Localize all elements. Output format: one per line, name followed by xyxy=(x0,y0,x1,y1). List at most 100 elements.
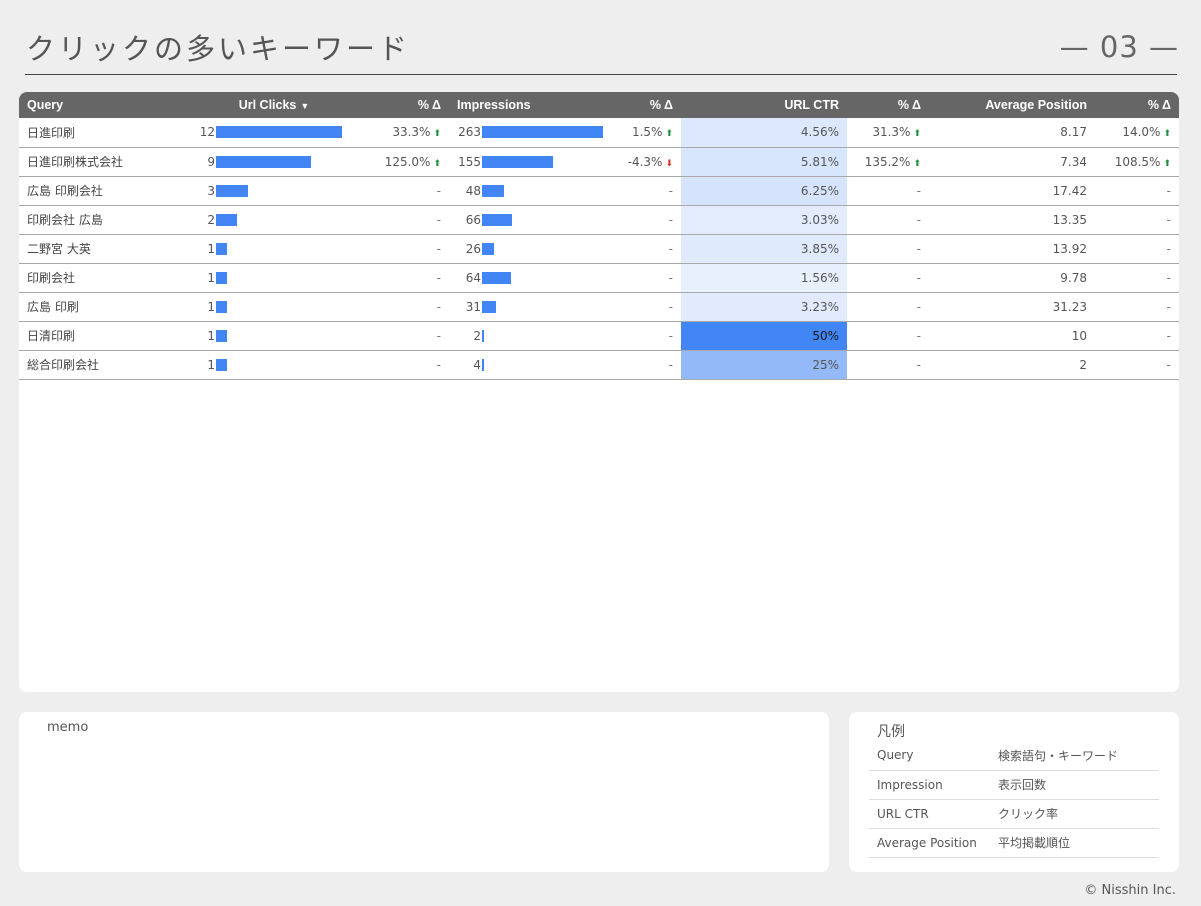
clicks-cell-bar xyxy=(216,242,227,255)
ctr-cell: 5.81% xyxy=(681,147,847,176)
legend-term: URL CTR xyxy=(877,806,929,821)
clicks-cell: 1 xyxy=(189,263,359,292)
ctr-delta-cell: - xyxy=(847,205,929,234)
table-row[interactable]: 広島 印刷会社 3-48-6.25% -17.42- xyxy=(19,176,1179,205)
header-position-delta[interactable]: % Δ xyxy=(1095,92,1179,118)
query-cell: 総合印刷会社 xyxy=(27,358,100,372)
clicks-delta-cell: - xyxy=(359,350,449,379)
table-row[interactable]: 日進印刷株式会社 9 125.0% ⬆ 155 -4.3% ⬇ 5.81% 135.2% ⬆ 7.3… xyxy=(19,147,1179,176)
ctr-delta-cell-value: - xyxy=(916,328,921,343)
impressions-cell-value: 2 xyxy=(473,328,481,343)
impressions-delta-cell: - xyxy=(609,350,681,379)
position-delta-cell: 108.5% ⬆ xyxy=(1095,147,1179,176)
memo-card: memo xyxy=(19,712,829,872)
impressions-cell: 26 xyxy=(449,234,609,263)
header-impressions[interactable]: Impressions xyxy=(449,92,609,118)
clicks-cell-bar xyxy=(216,271,227,284)
clicks-delta-cell-value: 125.0% xyxy=(384,154,431,169)
table-row[interactable]: 印刷会社 1-64-1.56% -9.78- xyxy=(19,263,1179,292)
ctr-delta-cell: - xyxy=(847,321,929,350)
impressions-delta-cell-value: -4.3% xyxy=(627,154,663,169)
clicks-cell-bar xyxy=(216,329,227,342)
arrow-up-icon: ⬆ xyxy=(913,158,921,169)
ctr-delta-cell: 31.3% ⬆ xyxy=(847,118,929,147)
impressions-cell-value: 48 xyxy=(465,183,481,198)
table-row[interactable]: 総合印刷会社 1-4-25% -2- xyxy=(19,350,1179,379)
clicks-cell-value: 12 xyxy=(199,125,215,140)
legend-description: クリック率 xyxy=(998,807,1059,821)
position-delta-cell-value: 108.5% xyxy=(1114,154,1161,169)
impressions-delta-cell: - xyxy=(609,292,681,321)
impressions-cell-bar xyxy=(482,184,504,197)
ctr-delta-cell-value: - xyxy=(916,241,921,256)
impressions-cell-value: 64 xyxy=(465,270,481,285)
header-url-clicks[interactable]: Url Clicks ▼ xyxy=(189,92,359,118)
ctr-delta-cell-value: - xyxy=(916,212,921,227)
table-row[interactable]: 日進印刷 12 33.3% ⬆ 263 1.5% ⬆ 4.56% 31.3% ⬆ 8.17 14.0%… xyxy=(19,118,1179,147)
clicks-delta-cell: 125.0% ⬆ xyxy=(359,147,449,176)
arrow-down-icon: ⬇ xyxy=(665,158,673,169)
legend-description: 平均掲載順位 xyxy=(998,836,1071,850)
table-row[interactable]: 二野宮 大英 1-26-3.85% -13.92- xyxy=(19,234,1179,263)
header-ctr-delta[interactable]: % Δ xyxy=(847,92,929,118)
header-impressions-delta[interactable]: % Δ xyxy=(609,92,681,118)
legend-term: Impression xyxy=(877,777,943,792)
legend-term: Average Position xyxy=(877,835,977,850)
ctr-cell: 1.56% xyxy=(681,263,847,292)
query-cell: 広島 印刷 xyxy=(27,300,79,314)
ctr-delta-cell-value: 135.2% xyxy=(864,154,911,169)
header-query[interactable]: Query xyxy=(19,92,189,118)
legend-card: 凡例 Query 検索語句・キーワード Impression 表示回数 URL CTR ク… xyxy=(849,712,1179,872)
clicks-delta-cell-value: - xyxy=(436,212,441,227)
ctr-delta-cell-value: - xyxy=(916,299,921,314)
clicks-cell-bar xyxy=(216,184,248,197)
table-row[interactable]: 広島 印刷 1-31-3.23% -31.23- xyxy=(19,292,1179,321)
table-row[interactable]: 印刷会社 広島 2-66-3.03% -13.35- xyxy=(19,205,1179,234)
impressions-delta-cell: - xyxy=(609,321,681,350)
position-delta-cell-value: - xyxy=(1166,270,1171,285)
impressions-cell: 2 xyxy=(449,321,609,350)
clicks-delta-cell: - xyxy=(359,292,449,321)
ctr-delta-cell: - xyxy=(847,292,929,321)
legend-row: Impression 表示回数 xyxy=(869,770,1159,799)
impressions-cell-value: 263 xyxy=(458,125,481,140)
arrow-up-icon: ⬆ xyxy=(1163,129,1171,140)
ctr-cell: 3.85% xyxy=(681,234,847,263)
clicks-cell-value: 1 xyxy=(207,270,215,285)
legend-table: Query 検索語句・キーワード Impression 表示回数 URL CTR クリック… xyxy=(869,741,1159,858)
impressions-cell-value: 66 xyxy=(465,212,481,227)
impressions-cell-value: 26 xyxy=(465,241,481,256)
legend-row: Average Position 平均掲載順位 xyxy=(869,828,1159,857)
position-cell: 9.78 xyxy=(1060,270,1087,285)
query-cell: 印刷会社 広島 xyxy=(27,213,103,227)
sort-descending-icon[interactable]: ▼ xyxy=(300,101,309,111)
clicks-cell-value: 3 xyxy=(207,183,215,198)
table-row[interactable]: 日清印刷 1-2-50% -10- xyxy=(19,321,1179,350)
header-url-ctr[interactable]: URL CTR xyxy=(681,92,847,118)
ctr-delta-cell: - xyxy=(847,263,929,292)
header-average-position[interactable]: Average Position xyxy=(929,92,1095,118)
impressions-cell-bar xyxy=(482,126,603,139)
position-delta-cell: - xyxy=(1095,350,1179,379)
impressions-cell: 48 xyxy=(449,176,609,205)
header-clicks-delta[interactable]: % Δ xyxy=(359,92,449,118)
legend-description: 表示回数 xyxy=(998,778,1047,792)
impressions-cell-bar xyxy=(482,329,484,342)
ctr-delta-cell-value: - xyxy=(916,183,921,198)
clicks-cell-bar xyxy=(216,213,237,226)
legend-row: Query 検索語句・キーワード xyxy=(869,741,1159,770)
impressions-cell-value: 31 xyxy=(465,299,481,314)
position-delta-cell: - xyxy=(1095,176,1179,205)
impressions-delta-cell: - xyxy=(609,234,681,263)
clicks-delta-cell: - xyxy=(359,176,449,205)
impressions-cell-value: 155 xyxy=(458,154,481,169)
ctr-delta-cell: - xyxy=(847,350,929,379)
impressions-cell: 155 xyxy=(449,147,609,176)
position-cell: 13.35 xyxy=(1052,212,1087,227)
position-delta-cell: - xyxy=(1095,263,1179,292)
query-cell: 日進印刷株式会社 xyxy=(27,155,124,169)
clicks-cell-value: 1 xyxy=(207,299,215,314)
impressions-delta-cell: - xyxy=(609,263,681,292)
impressions-delta-cell-value: - xyxy=(668,241,673,256)
clicks-cell-bar xyxy=(216,155,311,168)
